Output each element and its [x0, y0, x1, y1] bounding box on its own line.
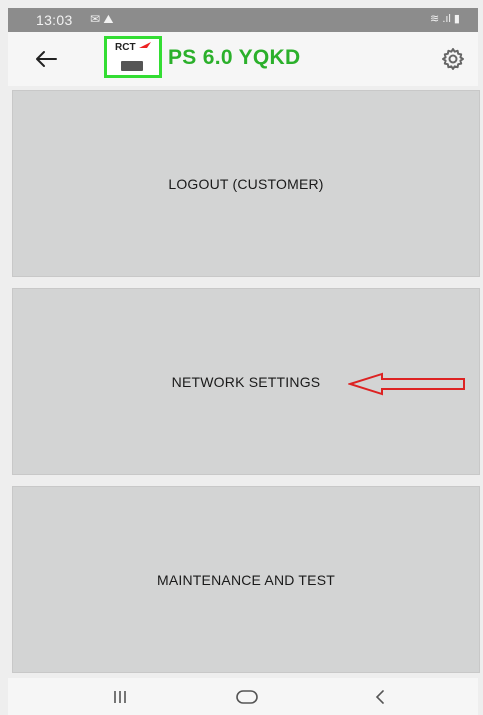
system-status-icons: ≋ .ıl ▮ [430, 13, 460, 25]
system-back-button[interactable] [360, 684, 400, 710]
logout-customer-button[interactable]: LOGOUT (CUSTOMER) [12, 90, 480, 277]
maintenance-and-test-label: MAINTENANCE AND TEST [157, 571, 335, 588]
home-button[interactable] [227, 684, 267, 710]
logo-device-image [121, 61, 143, 71]
logo-swoosh-icon [139, 42, 151, 48]
notification-icons: ✉ ⛰ [90, 12, 114, 26]
recents-icon [114, 691, 126, 703]
back-chevron-icon [375, 690, 384, 704]
maintenance-and-test-button[interactable]: MAINTENANCE AND TEST [12, 486, 480, 673]
arrow-left-icon [36, 51, 57, 67]
logout-customer-label: LOGOUT (CUSTOMER) [168, 175, 324, 192]
network-settings-label: NETWORK SETTINGS [171, 373, 321, 390]
status-bar: 13:03 ✉ ⛰ ≋ .ıl ▮ [8, 8, 478, 32]
status-time: 13:03 [36, 12, 73, 28]
red-arrow-annotation [348, 372, 465, 396]
gear-icon [442, 48, 464, 70]
device-logo[interactable]: RCT [104, 36, 162, 78]
logo-text: RCT [115, 42, 136, 53]
phone-screen: 13:03 ✉ ⛰ ≋ .ıl ▮ RCT PS 6.0 YQKD LOGOUT… [0, 0, 483, 715]
back-button[interactable] [30, 44, 62, 74]
app-bar: RCT PS 6.0 YQKD [8, 32, 478, 86]
home-icon [236, 690, 258, 704]
settings-button[interactable] [438, 44, 468, 74]
recents-button[interactable] [100, 684, 140, 710]
page-title: PS 6.0 YQKD [168, 46, 301, 69]
system-nav-bar [8, 678, 478, 715]
